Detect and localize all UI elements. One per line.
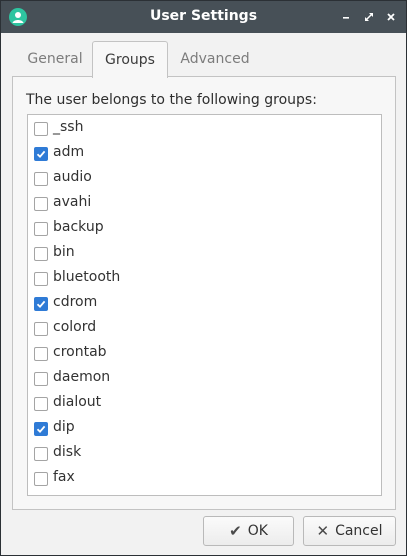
group-checkbox[interactable] [34,122,48,136]
group-row-disk[interactable]: disk [28,441,381,466]
group-label: bin [53,244,75,260]
cancel-label: Cancel [335,523,383,539]
group-label: dialout [53,394,102,410]
tab-bar: General Groups Advanced [12,41,396,78]
checkmark-icon: ✔ [229,522,242,540]
group-row-ssh[interactable]: _ssh [28,116,381,141]
group-row-dialout[interactable]: dialout [28,391,381,416]
group-label: bluetooth [53,269,121,285]
group-label: colord [53,319,97,335]
group-row-audio[interactable]: audio [28,166,381,191]
cancel-button[interactable]: ✕ Cancel [303,516,396,546]
group-checkbox[interactable] [34,422,48,436]
group-row-crontab[interactable]: crontab [28,341,381,366]
group-row-dip[interactable]: dip [28,416,381,441]
group-checkbox[interactable] [34,247,48,261]
close-icon [387,13,395,21]
group-label: backup [53,219,104,235]
group-checkbox[interactable] [34,222,48,236]
tab-general[interactable]: General [16,43,94,75]
group-label: dip [53,419,75,435]
close-button[interactable] [382,7,400,27]
group-checkbox[interactable] [34,397,48,411]
groups-panel: The user belongs to the following groups… [12,76,396,510]
ok-button[interactable]: ✔ OK [203,516,294,546]
tab-advanced[interactable]: Advanced [170,43,260,75]
group-row-avahi[interactable]: avahi [28,191,381,216]
group-checkbox[interactable] [34,322,48,336]
group-label: audio [53,169,92,185]
group-checkbox[interactable] [34,197,48,211]
group-checkbox[interactable] [34,147,48,161]
x-icon: ✕ [316,522,330,540]
maximize-button[interactable] [360,7,378,27]
minimize-icon [343,17,349,19]
tab-groups[interactable]: Groups [92,41,168,78]
groups-description: The user belongs to the following groups… [26,92,317,108]
group-row-backup[interactable]: backup [28,216,381,241]
group-checkbox[interactable] [34,447,48,461]
group-label: avahi [53,194,92,210]
group-row-daemon[interactable]: daemon [28,366,381,391]
group-label: fax [53,469,75,485]
group-label: disk [53,444,82,460]
group-checkbox[interactable] [34,272,48,286]
group-checkbox[interactable] [34,297,48,311]
group-row-bin[interactable]: bin [28,241,381,266]
group-checkbox[interactable] [34,347,48,361]
title-bar[interactable]: User Settings [1,1,406,33]
user-settings-window: User Settings General Groups Advanced Th… [0,0,407,556]
group-row-bluetooth[interactable]: bluetooth [28,266,381,291]
maximize-icon [365,13,373,21]
group-checkbox[interactable] [34,472,48,486]
group-checkbox[interactable] [34,172,48,186]
group-label: _ssh [53,119,84,135]
group-row-fax[interactable]: fax [28,466,381,491]
group-row-adm[interactable]: adm [28,141,381,166]
group-row-cdrom[interactable]: cdrom [28,291,381,316]
group-label: cdrom [53,294,98,310]
ok-label: OK [247,523,268,539]
groups-list[interactable]: _sshadm audio avahi backup bin bluetooth cdrom… [27,114,382,496]
minimize-button[interactable] [337,7,355,27]
group-label: crontab [53,344,107,360]
group-row-colord[interactable]: colord [28,316,381,341]
group-label: adm [53,144,85,160]
group-checkbox[interactable] [34,372,48,386]
group-label: daemon [53,369,111,385]
